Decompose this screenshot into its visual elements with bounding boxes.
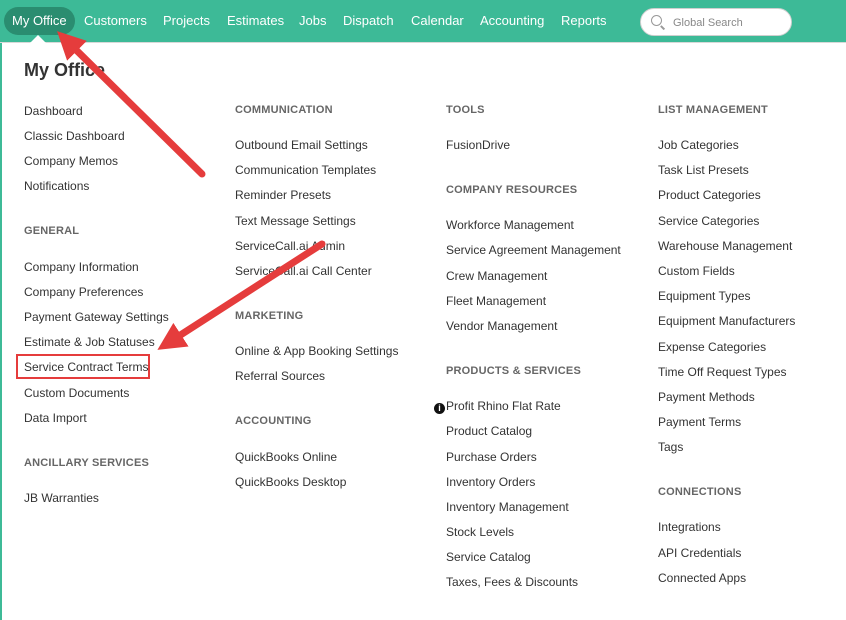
global-search-input[interactable] [671,13,790,33]
link-fusiondrive[interactable]: FusionDrive [446,138,510,152]
link-dashboard[interactable]: Dashboard [24,104,83,118]
link-connected-apps[interactable]: Connected Apps [658,571,746,585]
heading-communication: COMMUNICATION [235,104,333,116]
link-task-list-presets[interactable]: Task List Presets [658,163,749,177]
dropdown-caret-icon [30,35,46,43]
global-search[interactable] [640,8,792,36]
heading-products-services: PRODUCTS & SERVICES [446,365,582,377]
link-custom-fields[interactable]: Custom Fields [658,264,735,278]
nav-customers[interactable]: Customers [84,7,147,35]
link-notifications[interactable]: Notifications [24,179,89,193]
link-quickbooks-online[interactable]: QuickBooks Online [235,450,337,464]
link-payment-gateway-settings[interactable]: Payment Gateway Settings [24,310,169,324]
heading-general: GENERAL [24,225,80,237]
link-profit-rhino-flat-rate[interactable]: i Profit Rhino Flat Rate [434,399,561,414]
link-equipment-types[interactable]: Equipment Types [658,289,751,303]
heading-connections: CONNECTIONS [658,486,742,498]
arrow-to-service-contract-terms [157,240,326,350]
nav-reports[interactable]: Reports [561,7,607,35]
heading-company-resources: COMPANY RESOURCES [446,184,578,196]
nav-estimates[interactable]: Estimates [227,7,284,35]
link-quickbooks-desktop[interactable]: QuickBooks Desktop [235,475,346,489]
link-integrations[interactable]: Integrations [658,520,721,534]
link-referral-sources[interactable]: Referral Sources [235,369,325,383]
link-expense-categories[interactable]: Expense Categories [658,340,766,354]
nav-my-office[interactable]: My Office [4,7,75,35]
nav-accounting[interactable]: Accounting [480,7,544,35]
link-estimate-job-statuses[interactable]: Estimate & Job Statuses [24,335,155,349]
link-purchase-orders[interactable]: Purchase Orders [446,450,537,464]
link-classic-dashboard[interactable]: Classic Dashboard [24,129,125,143]
link-vendor-management[interactable]: Vendor Management [446,319,557,333]
link-inventory-orders[interactable]: Inventory Orders [446,475,535,489]
link-service-catalog[interactable]: Service Catalog [446,550,531,564]
link-time-off-request-types[interactable]: Time Off Request Types [658,365,787,379]
link-profit-rhino-label: Profit Rhino Flat Rate [446,399,561,413]
search-icon [651,15,662,26]
link-servicecall-call-center[interactable]: ServiceCall.ai Call Center [235,264,372,278]
link-inventory-management[interactable]: Inventory Management [446,500,569,514]
heading-list-management: LIST MANAGEMENT [658,104,768,116]
link-text-message-settings[interactable]: Text Message Settings [235,214,356,228]
link-warehouse-management[interactable]: Warehouse Management [658,239,792,253]
link-company-preferences[interactable]: Company Preferences [24,285,143,299]
link-equipment-manufacturers[interactable]: Equipment Manufacturers [658,314,795,328]
link-company-information[interactable]: Company Information [24,260,139,274]
link-company-memos[interactable]: Company Memos [24,154,118,168]
link-communication-templates[interactable]: Communication Templates [235,163,376,177]
link-jb-warranties[interactable]: JB Warranties [24,491,99,505]
link-custom-documents[interactable]: Custom Documents [24,386,129,400]
link-api-credentials[interactable]: API Credentials [658,546,741,560]
link-reminder-presets[interactable]: Reminder Presets [235,188,331,202]
link-workforce-management[interactable]: Workforce Management [446,218,574,232]
nav-calendar[interactable]: Calendar [411,7,464,35]
info-icon: i [434,403,445,414]
link-product-catalog[interactable]: Product Catalog [446,424,532,438]
heading-accounting: ACCOUNTING [235,415,312,427]
link-outbound-email-settings[interactable]: Outbound Email Settings [235,138,368,152]
nav-dispatch[interactable]: Dispatch [343,7,394,35]
heading-tools: TOOLS [446,104,485,116]
link-servicecall-admin[interactable]: ServiceCall.ai Admin [235,239,345,253]
link-fleet-management[interactable]: Fleet Management [446,294,546,308]
panel-left-accent [0,43,2,620]
link-service-agreement-management[interactable]: Service Agreement Management [446,243,621,257]
link-taxes-fees-discounts[interactable]: Taxes, Fees & Discounts [446,575,578,589]
link-service-categories[interactable]: Service Categories [658,214,759,228]
link-job-categories[interactable]: Job Categories [658,138,739,152]
heading-marketing: MARKETING [235,310,304,322]
nav-jobs[interactable]: Jobs [299,7,326,35]
panel-title: My Office [24,60,106,80]
link-stock-levels[interactable]: Stock Levels [446,525,514,539]
link-payment-terms[interactable]: Payment Terms [658,415,741,429]
link-payment-methods[interactable]: Payment Methods [658,390,755,404]
heading-ancillary-services: ANCILLARY SERVICES [24,457,150,469]
annotation-highlight-box [16,354,150,379]
link-product-categories[interactable]: Product Categories [658,188,761,202]
link-data-import[interactable]: Data Import [24,411,87,425]
link-tags[interactable]: Tags [658,440,683,454]
link-online-app-booking-settings[interactable]: Online & App Booking Settings [235,344,398,358]
nav-divider [0,42,846,43]
link-crew-management[interactable]: Crew Management [446,269,547,283]
nav-projects[interactable]: Projects [163,7,210,35]
